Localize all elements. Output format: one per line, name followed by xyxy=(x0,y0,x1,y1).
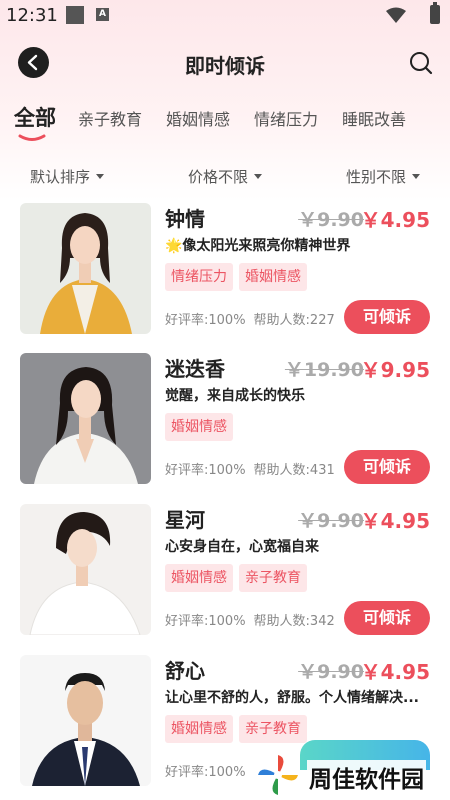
counselor-photo xyxy=(20,203,151,334)
helped-count: 帮助人数:342 xyxy=(253,614,335,629)
counselor-name: 钟情 xyxy=(165,207,205,231)
page-title: 即时倾诉 xyxy=(185,54,265,78)
counselor-photo xyxy=(20,655,151,786)
gender-filter[interactable]: 性别不限 xyxy=(346,166,421,187)
counselor-photo xyxy=(20,353,151,484)
counselor-card[interactable]: 迷迭香 ￥19.90 ￥9.95 觉醒，来自成长的快乐 婚姻情感 好评率:100… xyxy=(0,353,450,489)
counselor-name: 迷迭香 xyxy=(165,357,225,381)
category-tabs: 全部 亲子教育 婚姻情感 情绪压力 睡眠改善 xyxy=(0,100,450,150)
counselor-card[interactable]: 钟情 ￥9.90 ￥4.95 🌟像太阳光来照亮你精神世界 情绪压力 婚姻情感 好评… xyxy=(0,203,450,339)
original-price: ￥9.90 xyxy=(298,510,364,532)
counselor-name: 星河 xyxy=(165,508,205,532)
tab-emotional-stress[interactable]: 情绪压力 xyxy=(254,106,318,130)
current-price: ￥4.95 xyxy=(360,660,430,684)
caret-down-icon xyxy=(254,173,263,179)
app-header: 即时倾诉 xyxy=(0,40,450,86)
tag-list: 婚姻情感 亲子教育 xyxy=(165,564,313,592)
caret-down-icon xyxy=(96,173,105,179)
specialty-tag: 亲子教育 xyxy=(239,715,307,743)
price-filter-label: 价格不限 xyxy=(188,168,249,186)
pinwheel-logo-icon xyxy=(258,755,298,795)
counselor-motto: 心安身自在，心宽福自来 xyxy=(165,539,319,555)
original-price: ￥19.90 xyxy=(284,359,364,381)
battery-icon xyxy=(430,2,440,24)
rating-text: 好评率:100% xyxy=(165,463,246,478)
counselor-stats: 好评率:100% xyxy=(165,761,254,780)
specialty-tag: 婚姻情感 xyxy=(165,413,233,441)
current-price: ￥4.95 xyxy=(360,509,430,533)
counselor-stats: 好评率:100% 帮助人数:342 xyxy=(165,610,343,629)
specialty-tag: 情绪压力 xyxy=(165,263,233,291)
site-watermark: 周佳软件园 xyxy=(255,740,450,800)
search-icon xyxy=(410,52,433,75)
counselor-photo xyxy=(20,504,151,635)
current-price: ￥9.95 xyxy=(360,358,430,382)
counselor-stats: 好评率:100% 帮助人数:431 xyxy=(165,459,343,478)
original-price: ￥9.90 xyxy=(298,209,364,231)
sort-filter-label: 默认排序 xyxy=(30,168,91,186)
talk-button[interactable]: 可倾诉 xyxy=(344,601,430,635)
specialty-tag: 婚姻情感 xyxy=(165,564,233,592)
counselor-card[interactable]: 星河 ￥9.90 ￥4.95 心安身自在，心宽福自来 婚姻情感 亲子教育 好评率:… xyxy=(0,504,450,640)
notification-a-icon: A xyxy=(96,8,109,21)
notification-square-icon xyxy=(66,6,84,24)
current-price: ￥4.95 xyxy=(360,208,430,232)
filter-bar: 默认排序 价格不限 性别不限 xyxy=(0,162,450,192)
status-time: 12:31 xyxy=(6,5,58,26)
tab-parenting[interactable]: 亲子教育 xyxy=(78,106,142,130)
talk-button[interactable]: 可倾诉 xyxy=(344,300,430,334)
sort-filter[interactable]: 默认排序 xyxy=(30,166,105,187)
rating-text: 好评率:100% xyxy=(165,313,246,328)
tag-list: 情绪压力 婚姻情感 xyxy=(165,263,313,291)
talk-button[interactable]: 可倾诉 xyxy=(344,450,430,484)
counselor-name: 舒心 xyxy=(165,659,205,683)
helped-count: 帮助人数:227 xyxy=(253,313,335,328)
counselor-motto: 🌟像太阳光来照亮你精神世界 xyxy=(165,238,351,254)
specialty-tag: 婚姻情感 xyxy=(165,715,233,743)
price-filter[interactable]: 价格不限 xyxy=(188,166,263,187)
rating-text: 好评率:100% xyxy=(165,765,246,780)
tab-marriage[interactable]: 婚姻情感 xyxy=(166,106,230,130)
counselor-stats: 好评率:100% 帮助人数:227 xyxy=(165,309,343,328)
tag-list: 婚姻情感 亲子教育 xyxy=(165,715,313,743)
wifi-icon xyxy=(386,7,406,23)
counselor-motto: 让心里不舒的人，舒服。个人情绪解决... xyxy=(165,690,419,706)
tab-sleep[interactable]: 睡眠改善 xyxy=(342,106,406,130)
active-tab-indicator xyxy=(18,134,46,141)
original-price: ￥9.90 xyxy=(298,661,364,683)
helped-count: 帮助人数:431 xyxy=(253,463,335,478)
specialty-tag: 亲子教育 xyxy=(239,564,307,592)
search-button[interactable] xyxy=(408,50,434,76)
caret-down-icon xyxy=(412,173,421,179)
rating-text: 好评率:100% xyxy=(165,614,246,629)
gender-filter-label: 性别不限 xyxy=(346,168,407,186)
counselor-motto: 觉醒，来自成长的快乐 xyxy=(165,388,305,404)
watermark-text: 周佳软件园 xyxy=(307,760,426,794)
status-bar: 12:31 A xyxy=(0,0,450,30)
tab-all[interactable]: 全部 xyxy=(14,102,56,132)
specialty-tag: 婚姻情感 xyxy=(239,263,307,291)
tag-list: 婚姻情感 xyxy=(165,413,239,441)
